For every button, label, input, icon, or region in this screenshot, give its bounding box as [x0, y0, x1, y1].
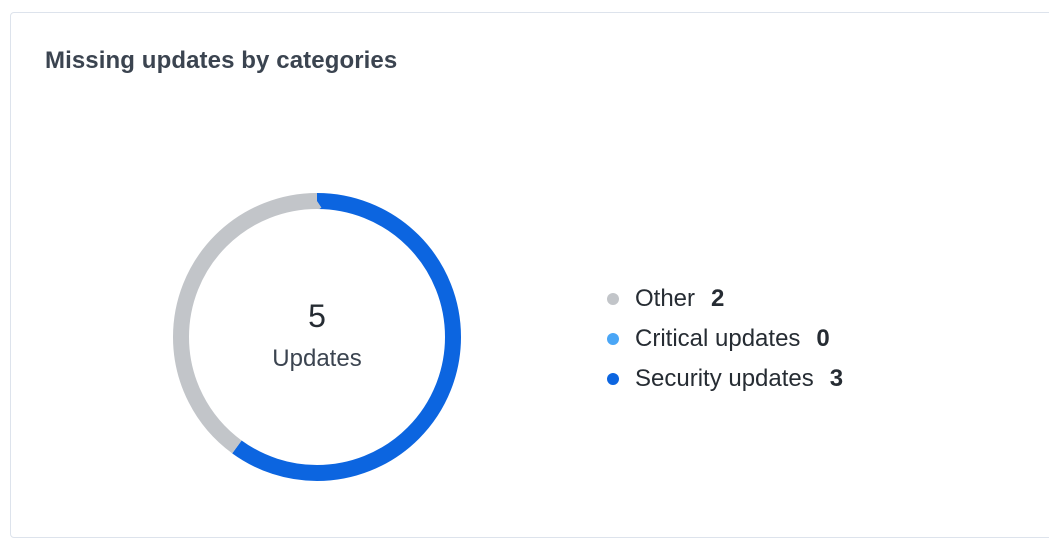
legend-dot-security-updates — [607, 373, 619, 385]
legend-label-critical-updates: Critical updates — [635, 325, 801, 352]
legend-item-other[interactable]: Other 2 — [607, 279, 843, 319]
chart-legend: Other 2 Critical updates 0 Security updates 3 — [607, 279, 843, 399]
donut-chart: 5 Updates — [161, 181, 473, 493]
legend-label-other: Other — [635, 285, 696, 312]
donut-total-value: 5 — [308, 298, 326, 334]
donut-total-label: Updates — [272, 345, 362, 372]
donut-svg — [173, 193, 461, 481]
legend-value-other: 2 — [711, 285, 725, 312]
legend-item-security-updates[interactable]: Security updates 3 — [607, 359, 843, 399]
legend-value-security-updates: 3 — [829, 365, 844, 392]
card-title: Missing updates by categories — [45, 47, 398, 74]
missing-updates-card: Missing updates by categories 5 Updates … — [10, 12, 1049, 538]
legend-item-critical-updates[interactable]: Critical updates 0 — [607, 319, 843, 359]
legend-value-critical-updates: 0 — [816, 325, 830, 352]
legend-label-security-updates: Security updates — [635, 365, 814, 392]
legend-dot-other — [607, 293, 619, 305]
legend-dot-critical-updates — [607, 333, 619, 345]
